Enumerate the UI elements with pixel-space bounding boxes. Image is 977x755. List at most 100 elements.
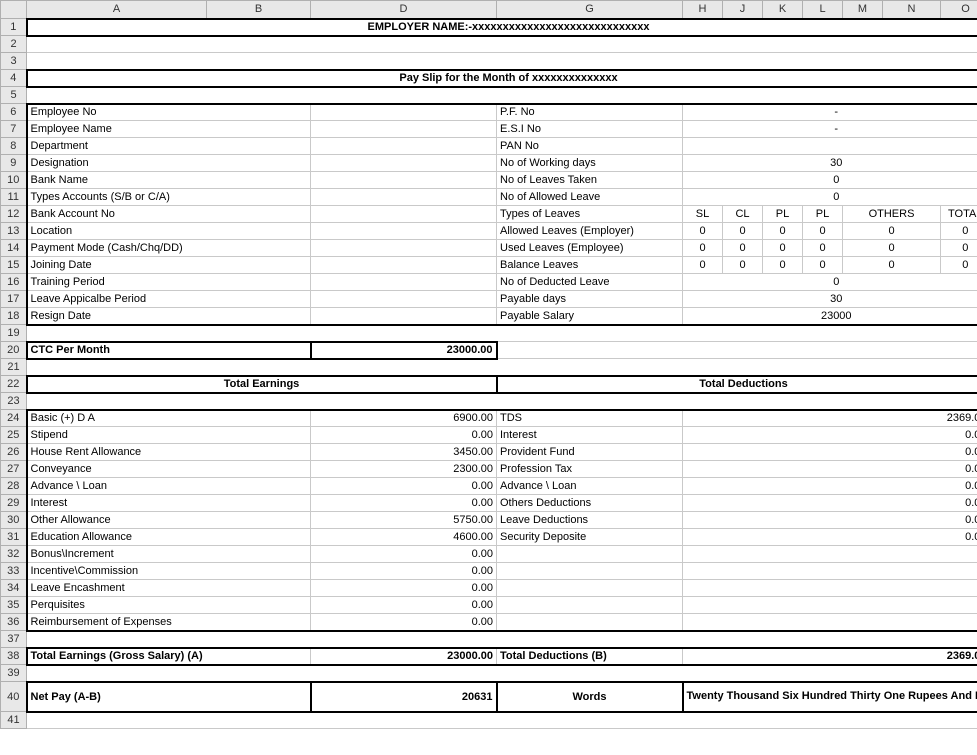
row-header[interactable]: 14 <box>1 240 27 257</box>
cell[interactable] <box>27 712 977 729</box>
value-leaves-taken: 0 <box>683 172 977 189</box>
cell[interactable] <box>311 274 497 291</box>
cell[interactable] <box>311 189 497 206</box>
row-header[interactable]: 30 <box>1 512 27 529</box>
row-header[interactable]: 38 <box>1 648 27 665</box>
label-leaves-taken: No of Leaves Taken <box>497 172 683 189</box>
row-header[interactable]: 35 <box>1 597 27 614</box>
row-header[interactable]: 5 <box>1 87 27 104</box>
cell[interactable] <box>311 155 497 172</box>
cell[interactable] <box>497 546 683 563</box>
earning-val: 0.00 <box>311 546 497 563</box>
row-header[interactable]: 32 <box>1 546 27 563</box>
cell[interactable] <box>311 223 497 240</box>
cell[interactable] <box>27 359 977 376</box>
cell[interactable] <box>497 342 977 359</box>
col-header[interactable]: A <box>27 1 207 19</box>
cell[interactable] <box>27 36 977 53</box>
deduction-label: Profession Tax <box>497 461 683 478</box>
row-header[interactable]: 18 <box>1 308 27 325</box>
cell[interactable] <box>683 138 977 155</box>
row-header[interactable]: 24 <box>1 410 27 427</box>
col-header[interactable]: N <box>883 1 941 19</box>
row-header[interactable]: 29 <box>1 495 27 512</box>
row-header[interactable]: 33 <box>1 563 27 580</box>
row-header[interactable]: 23 <box>1 393 27 410</box>
row-header[interactable]: 27 <box>1 461 27 478</box>
col-header[interactable]: D <box>311 1 497 19</box>
col-header[interactable]: O <box>941 1 977 19</box>
cell[interactable] <box>311 308 497 325</box>
cell[interactable] <box>683 546 977 563</box>
row-header[interactable]: 20 <box>1 342 27 359</box>
leave-col: SL <box>683 206 723 223</box>
row-header[interactable]: 28 <box>1 478 27 495</box>
row-header[interactable]: 22 <box>1 376 27 393</box>
leave-col: PL <box>763 206 803 223</box>
label-joining-date: Joining Date <box>27 257 311 274</box>
cell[interactable] <box>27 87 977 104</box>
col-header[interactable]: L <box>803 1 843 19</box>
row-header[interactable]: 39 <box>1 665 27 682</box>
cell[interactable] <box>27 53 977 70</box>
row-header[interactable]: 37 <box>1 631 27 648</box>
row-header[interactable]: 2 <box>1 36 27 53</box>
row-header[interactable]: 12 <box>1 206 27 223</box>
cell[interactable] <box>683 563 977 580</box>
row-header[interactable]: 34 <box>1 580 27 597</box>
cell[interactable] <box>311 138 497 155</box>
col-header[interactable]: J <box>723 1 763 19</box>
cell[interactable] <box>27 665 977 682</box>
cell[interactable] <box>311 206 497 223</box>
row-header[interactable]: 15 <box>1 257 27 274</box>
cell[interactable] <box>497 614 683 631</box>
row-header[interactable]: 10 <box>1 172 27 189</box>
row-header[interactable]: 25 <box>1 427 27 444</box>
earning-label: Bonus\Increment <box>27 546 311 563</box>
col-header[interactable]: K <box>763 1 803 19</box>
cell[interactable] <box>497 580 683 597</box>
row-header[interactable]: 4 <box>1 70 27 87</box>
row-header[interactable]: 26 <box>1 444 27 461</box>
row-header[interactable]: 13 <box>1 223 27 240</box>
earning-val: 4600.00 <box>311 529 497 546</box>
total-deductions-label: Total Deductions (B) <box>497 648 683 665</box>
cell[interactable] <box>497 563 683 580</box>
row-header[interactable]: 41 <box>1 712 27 729</box>
cell[interactable] <box>311 291 497 308</box>
cell[interactable] <box>683 614 977 631</box>
row-header[interactable]: 19 <box>1 325 27 342</box>
row-header[interactable]: 11 <box>1 189 27 206</box>
cell[interactable] <box>683 597 977 614</box>
cell[interactable] <box>27 631 977 648</box>
col-header[interactable]: M <box>843 1 883 19</box>
row-header[interactable]: 16 <box>1 274 27 291</box>
row-header[interactable]: 1 <box>1 19 27 36</box>
row-header[interactable]: 9 <box>1 155 27 172</box>
cell[interactable] <box>311 257 497 274</box>
row-header[interactable]: 17 <box>1 291 27 308</box>
row-header[interactable]: 3 <box>1 53 27 70</box>
col-header[interactable]: H <box>683 1 723 19</box>
col-header[interactable]: B <box>207 1 311 19</box>
row-header[interactable]: 21 <box>1 359 27 376</box>
cell[interactable] <box>27 325 977 342</box>
cell[interactable] <box>683 580 977 597</box>
cell[interactable] <box>311 172 497 189</box>
row-header[interactable]: 40 <box>1 682 27 712</box>
cell[interactable] <box>311 240 497 257</box>
cell[interactable] <box>27 393 977 410</box>
cell[interactable] <box>311 104 497 121</box>
spreadsheet[interactable]: A B D G H J K L M N O 1 EMPLOYER NAME:-x… <box>0 0 977 729</box>
row-header[interactable]: 7 <box>1 121 27 138</box>
row-header[interactable]: 6 <box>1 104 27 121</box>
total-deductions-val: 2369.00 <box>683 648 977 665</box>
value-allowed-leave: 0 <box>683 189 977 206</box>
cell[interactable] <box>311 121 497 138</box>
cell[interactable] <box>497 597 683 614</box>
net-pay-label: Net Pay (A-B) <box>27 682 311 712</box>
row-header[interactable]: 8 <box>1 138 27 155</box>
row-header[interactable]: 36 <box>1 614 27 631</box>
col-header[interactable]: G <box>497 1 683 19</box>
row-header[interactable]: 31 <box>1 529 27 546</box>
